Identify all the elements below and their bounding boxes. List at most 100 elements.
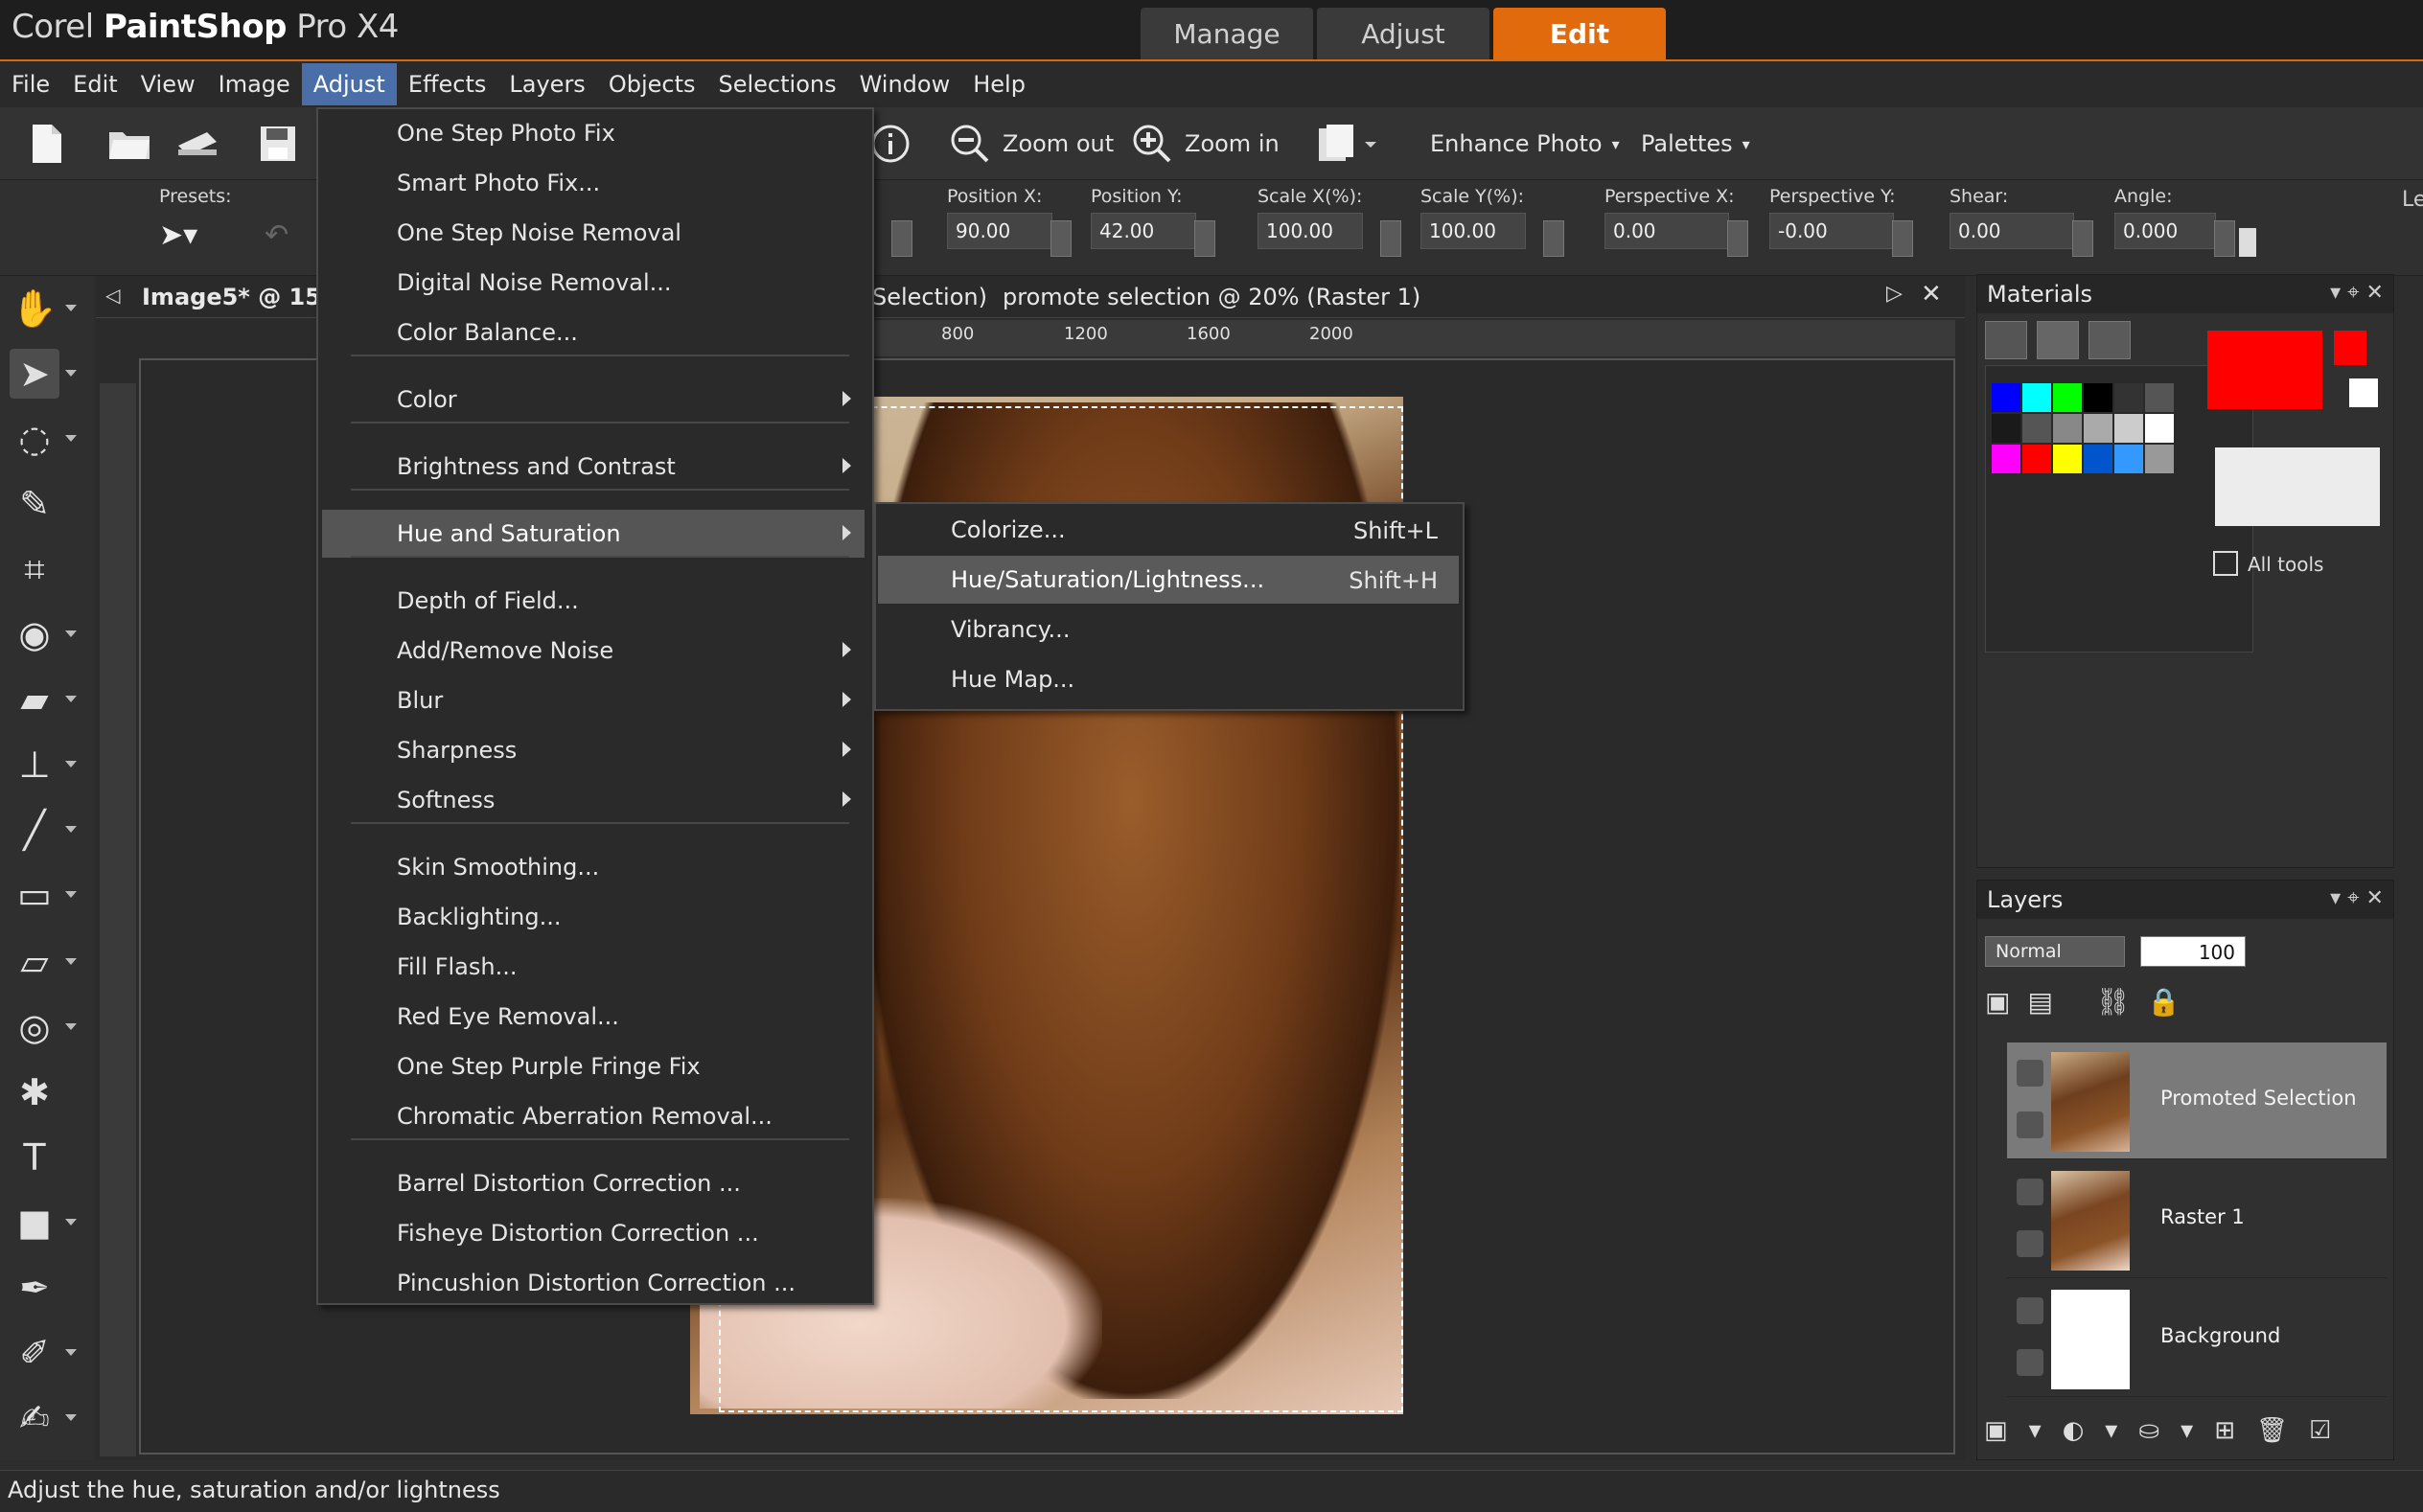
- submenu-item-hue-saturation-lightness[interactable]: Hue/Saturation/Lightness... Shift+H: [878, 556, 1459, 604]
- menu-view[interactable]: View: [129, 63, 207, 105]
- menu-item-softness[interactable]: Softness: [322, 776, 865, 824]
- color-swatch[interactable]: [2022, 383, 2051, 412]
- color-swatch[interactable]: [2145, 414, 2174, 443]
- foreground-color[interactable]: [2207, 331, 2322, 409]
- menu-item-digital-noise-removal[interactable]: Digital Noise Removal...: [322, 259, 865, 307]
- menu-item-fill-flash[interactable]: Fill Flash...: [322, 943, 865, 991]
- blend-mode-select[interactable]: Normal: [1985, 936, 2125, 967]
- submenu-item-hue-map[interactable]: Hue Map...: [878, 655, 1459, 703]
- menu-item-blur[interactable]: Blur: [322, 676, 865, 724]
- brush-tool-icon[interactable]: ╱: [10, 805, 59, 855]
- menu-file[interactable]: File: [0, 63, 61, 105]
- menu-selections[interactable]: Selections: [706, 63, 847, 105]
- tab-manage[interactable]: Manage: [1141, 8, 1313, 59]
- presets-picker-icon[interactable]: ➤▾: [159, 218, 232, 252]
- picture-tube-tool-icon[interactable]: ✍: [10, 1393, 59, 1443]
- makeover-tool-flyout[interactable]: [65, 696, 77, 702]
- eraser-tool-icon[interactable]: ▱: [10, 937, 59, 987]
- scale-y-spin[interactable]: [1543, 220, 1564, 257]
- layer-mask-icon[interactable]: [2017, 1060, 2043, 1087]
- document-icon[interactable]: [1315, 121, 1378, 167]
- frame-tab[interactable]: [1985, 321, 2027, 359]
- menu-edit[interactable]: Edit: [61, 63, 128, 105]
- color-swatch[interactable]: [2145, 445, 2174, 473]
- color-swatch[interactable]: [1992, 445, 2020, 473]
- all-tools-checkbox[interactable]: [2213, 551, 2238, 576]
- menu-item-add-remove-noise[interactable]: Add/Remove Noise: [322, 627, 865, 675]
- submenu-item-colorize[interactable]: Colorize... Shift+L: [878, 506, 1459, 554]
- tab-adjust[interactable]: Adjust: [1317, 8, 1489, 59]
- zoom-in-button[interactable]: Zoom in: [1131, 121, 1280, 167]
- dropper-tool-icon[interactable]: ✎: [10, 479, 59, 529]
- color-swatch[interactable]: [2114, 383, 2143, 412]
- text-tool-icon[interactable]: T: [10, 1133, 59, 1182]
- position-x-input[interactable]: 90.00: [947, 213, 1052, 249]
- layer-mask-icon[interactable]: [2017, 1297, 2043, 1324]
- menu-item-red-eye-removal[interactable]: Red Eye Removal...: [322, 993, 865, 1041]
- scale-x-spin[interactable]: [1380, 220, 1401, 257]
- menu-item-brightness-and-contrast[interactable]: Brightness and Contrast: [322, 443, 865, 491]
- eraser-tool-flyout[interactable]: [65, 958, 77, 965]
- tab-scroll-left-icon[interactable]: ◁: [105, 284, 120, 307]
- menu-help[interactable]: Help: [961, 63, 1037, 105]
- menu-item-barrel-distortion-correction[interactable]: Barrel Distortion Correction ...: [322, 1159, 865, 1207]
- color-swatch[interactable]: [2084, 414, 2112, 443]
- panel-controls-icon[interactable]: ▾ ⌖ ✕: [2330, 886, 2384, 910]
- save-icon[interactable]: [259, 121, 297, 167]
- scale-y-input[interactable]: 100.00: [1420, 213, 1526, 249]
- eye-icon[interactable]: [2017, 1111, 2043, 1138]
- foreground-mini-swatch[interactable]: [2334, 331, 2366, 365]
- new-file-icon[interactable]: [27, 121, 65, 167]
- warp-brush-tool-flyout[interactable]: [65, 1349, 77, 1356]
- undo-icon[interactable]: ↶: [265, 218, 288, 252]
- menu-item-smart-photo-fix[interactable]: Smart Photo Fix...: [322, 159, 865, 207]
- background-color[interactable]: [2215, 447, 2380, 526]
- red-eye-tool-flyout[interactable]: [65, 630, 77, 637]
- smudge-tool-icon[interactable]: ◎: [10, 1002, 59, 1052]
- color-swatch[interactable]: [2053, 414, 2082, 443]
- pen-tool-icon[interactable]: ✒: [10, 1263, 59, 1313]
- scale-x-input[interactable]: 100.00: [1258, 213, 1363, 249]
- rainbow-tab[interactable]: [2037, 321, 2079, 359]
- perspective-y-spin[interactable]: [1892, 220, 1913, 257]
- angle-dropdown[interactable]: [2239, 228, 2256, 257]
- pick-tool-icon[interactable]: ➤: [10, 349, 59, 399]
- clone-tool-icon[interactable]: ▭: [10, 870, 59, 920]
- color-swatch[interactable]: [1992, 414, 2020, 443]
- palettes-dropdown[interactable]: Palettes ▾: [1641, 121, 1750, 167]
- menu-item-backlighting[interactable]: Backlighting...: [322, 893, 865, 941]
- makeover-tool-icon[interactable]: ▰: [10, 675, 59, 724]
- angle-spin[interactable]: [2214, 220, 2235, 257]
- layer-mask-icon[interactable]: [2017, 1179, 2043, 1205]
- shear-spin[interactable]: [2072, 220, 2093, 257]
- perspective-y-input[interactable]: -0.00: [1769, 213, 1894, 249]
- perspective-x-spin[interactable]: [1727, 220, 1748, 257]
- pan-tool-icon[interactable]: ✋: [10, 284, 59, 333]
- tab-scroll-right-icon[interactable]: ▷: [1886, 282, 1903, 306]
- menu-effects[interactable]: Effects: [397, 63, 498, 105]
- open-folder-icon[interactable]: [107, 121, 151, 167]
- close-document-icon[interactable]: ✕: [1921, 280, 1942, 309]
- menu-adjust[interactable]: Adjust: [301, 63, 397, 105]
- eye-icon[interactable]: [2017, 1349, 2043, 1376]
- tab-selection-partial[interactable]: Selection): [872, 284, 987, 310]
- picture-tube-tool-flyout[interactable]: [65, 1414, 77, 1421]
- crop-tool-icon[interactable]: ⌗: [10, 544, 59, 594]
- layers-footer-icons[interactable]: ▣▾◐▾⛀▾⊞🗑☑: [1984, 1416, 2352, 1445]
- pan-tool-flyout[interactable]: [65, 305, 77, 311]
- menu-image[interactable]: Image: [207, 63, 302, 105]
- menu-item-pincushion-distortion-correction[interactable]: Pincushion Distortion Correction ...: [322, 1259, 865, 1307]
- info-icon[interactable]: [870, 121, 911, 167]
- color-swatch[interactable]: [2053, 445, 2082, 473]
- menu-item-color-balance[interactable]: Color Balance...: [322, 309, 865, 356]
- scan-icon[interactable]: [174, 121, 220, 167]
- tab-image5[interactable]: Image5* @ 15%: [142, 284, 344, 310]
- color-swatch[interactable]: [2053, 383, 2082, 412]
- angle-input[interactable]: 0.000: [2114, 213, 2216, 249]
- clone-tool-flyout[interactable]: [65, 891, 77, 898]
- pick-tool-flyout[interactable]: [65, 370, 77, 377]
- color-swatch[interactable]: [2022, 445, 2051, 473]
- menu-item-hue-and-saturation[interactable]: Hue and Saturation: [322, 510, 865, 558]
- red-eye-tool-icon[interactable]: ◉: [10, 609, 59, 659]
- tab-promote-selection[interactable]: promote selection @ 20% (Raster 1): [1003, 284, 1420, 310]
